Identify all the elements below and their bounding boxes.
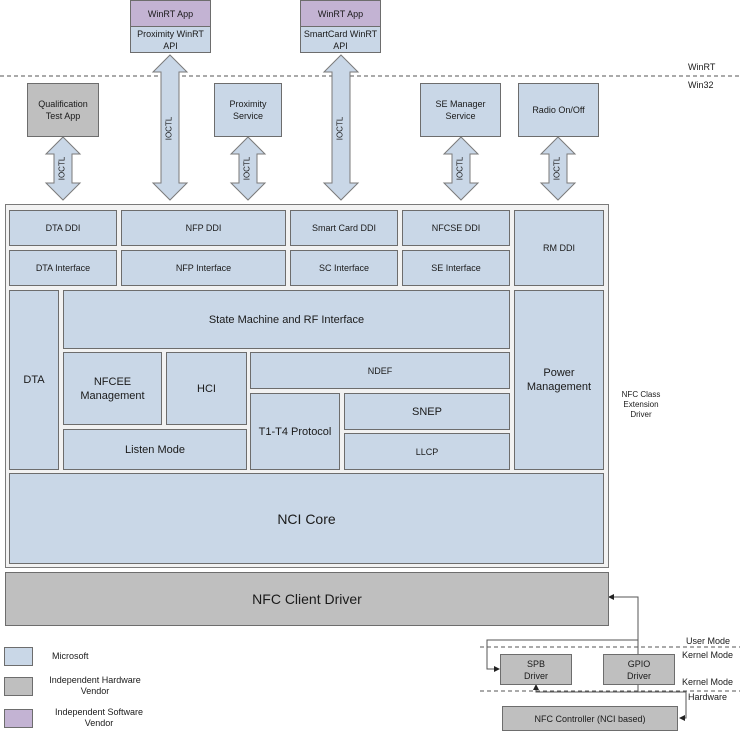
- dta-block: DTA: [9, 290, 59, 470]
- nfcee-management: NFCEE Management: [63, 352, 162, 425]
- listen-mode: Listen Mode: [63, 429, 247, 470]
- legend-label-ihv-text: Independent Hardware Vendor: [49, 675, 141, 696]
- winrt-app-proximity: WinRT App: [130, 0, 211, 27]
- nci-core: NCI Core: [9, 473, 604, 564]
- nfp-ddi: NFP DDI: [121, 210, 286, 246]
- rm-ddi: RM DDI: [514, 210, 604, 286]
- ndef: NDEF: [250, 352, 510, 389]
- legend-swatch-microsoft: [4, 647, 33, 666]
- kernel-mode-bottom-label: Kernel Mode: [682, 677, 734, 687]
- nfc-class-extension-text: NFC Class Extension Driver: [621, 390, 661, 419]
- legend-label-isv-text: Independent Software Vendor: [54, 707, 144, 728]
- gpio-driver: GPIO Driver: [603, 654, 675, 685]
- legend-label-microsoft: Microsoft: [52, 651, 89, 661]
- nfc-controller: NFC Controller (NCI based): [502, 706, 678, 731]
- power-management: Power Management: [514, 290, 604, 470]
- ioctl-label: IOCTL: [242, 156, 252, 181]
- ioctl-label: IOCTL: [57, 156, 67, 181]
- se-manager-service: SE Manager Service: [420, 83, 501, 137]
- spb-driver: SPB Driver: [500, 654, 572, 685]
- sc-interface: SC Interface: [290, 250, 398, 286]
- ioctl-label: IOCTL: [552, 156, 562, 181]
- legend-label-isv: Independent Software Vendor: [44, 707, 154, 729]
- hci: HCI: [166, 352, 247, 425]
- proximity-winrt-api: Proximity WinRT API: [130, 26, 211, 53]
- nfcse-ddi: NFCSE DDI: [402, 210, 510, 246]
- se-interface: SE Interface: [402, 250, 510, 286]
- user-mode-label: User Mode: [686, 636, 731, 646]
- legend-swatch-isv: [4, 709, 33, 728]
- winrt-label: WinRT: [688, 62, 716, 72]
- qualification-test-app: Qualification Test App: [27, 83, 99, 137]
- ioctl-label: IOCTL: [335, 116, 345, 141]
- ioctl-label: IOCTL: [455, 156, 465, 181]
- dta-ddi: DTA DDI: [9, 210, 117, 246]
- proximity-service: Proximity Service: [214, 83, 282, 137]
- nfp-interface: NFP Interface: [121, 250, 286, 286]
- llcp: LLCP: [344, 433, 510, 470]
- kernel-mode-top-label: Kernel Mode: [682, 650, 734, 660]
- t1-t4-protocol: T1-T4 Protocol: [250, 393, 340, 470]
- smartcard-winrt-api: SmartCard WinRT API: [300, 26, 381, 53]
- hardware-label: Hardware: [688, 692, 728, 702]
- winrt-app-smartcard: WinRT App: [300, 0, 381, 27]
- radio-onoff: Radio On/Off: [518, 83, 599, 137]
- nfc-class-extension-label: NFC Class Extension Driver: [612, 390, 670, 420]
- legend-label-ihv: Independent Hardware Vendor: [40, 675, 150, 697]
- dta-interface: DTA Interface: [9, 250, 117, 286]
- nfc-client-driver: NFC Client Driver: [5, 572, 609, 626]
- smart-card-ddi: Smart Card DDI: [290, 210, 398, 246]
- state-machine-rf-interface: State Machine and RF Interface: [63, 290, 510, 349]
- legend-swatch-ihv: [4, 677, 33, 696]
- win32-label: Win32: [688, 80, 714, 90]
- ioctl-label: IOCTL: [164, 116, 174, 141]
- snep: SNEP: [344, 393, 510, 430]
